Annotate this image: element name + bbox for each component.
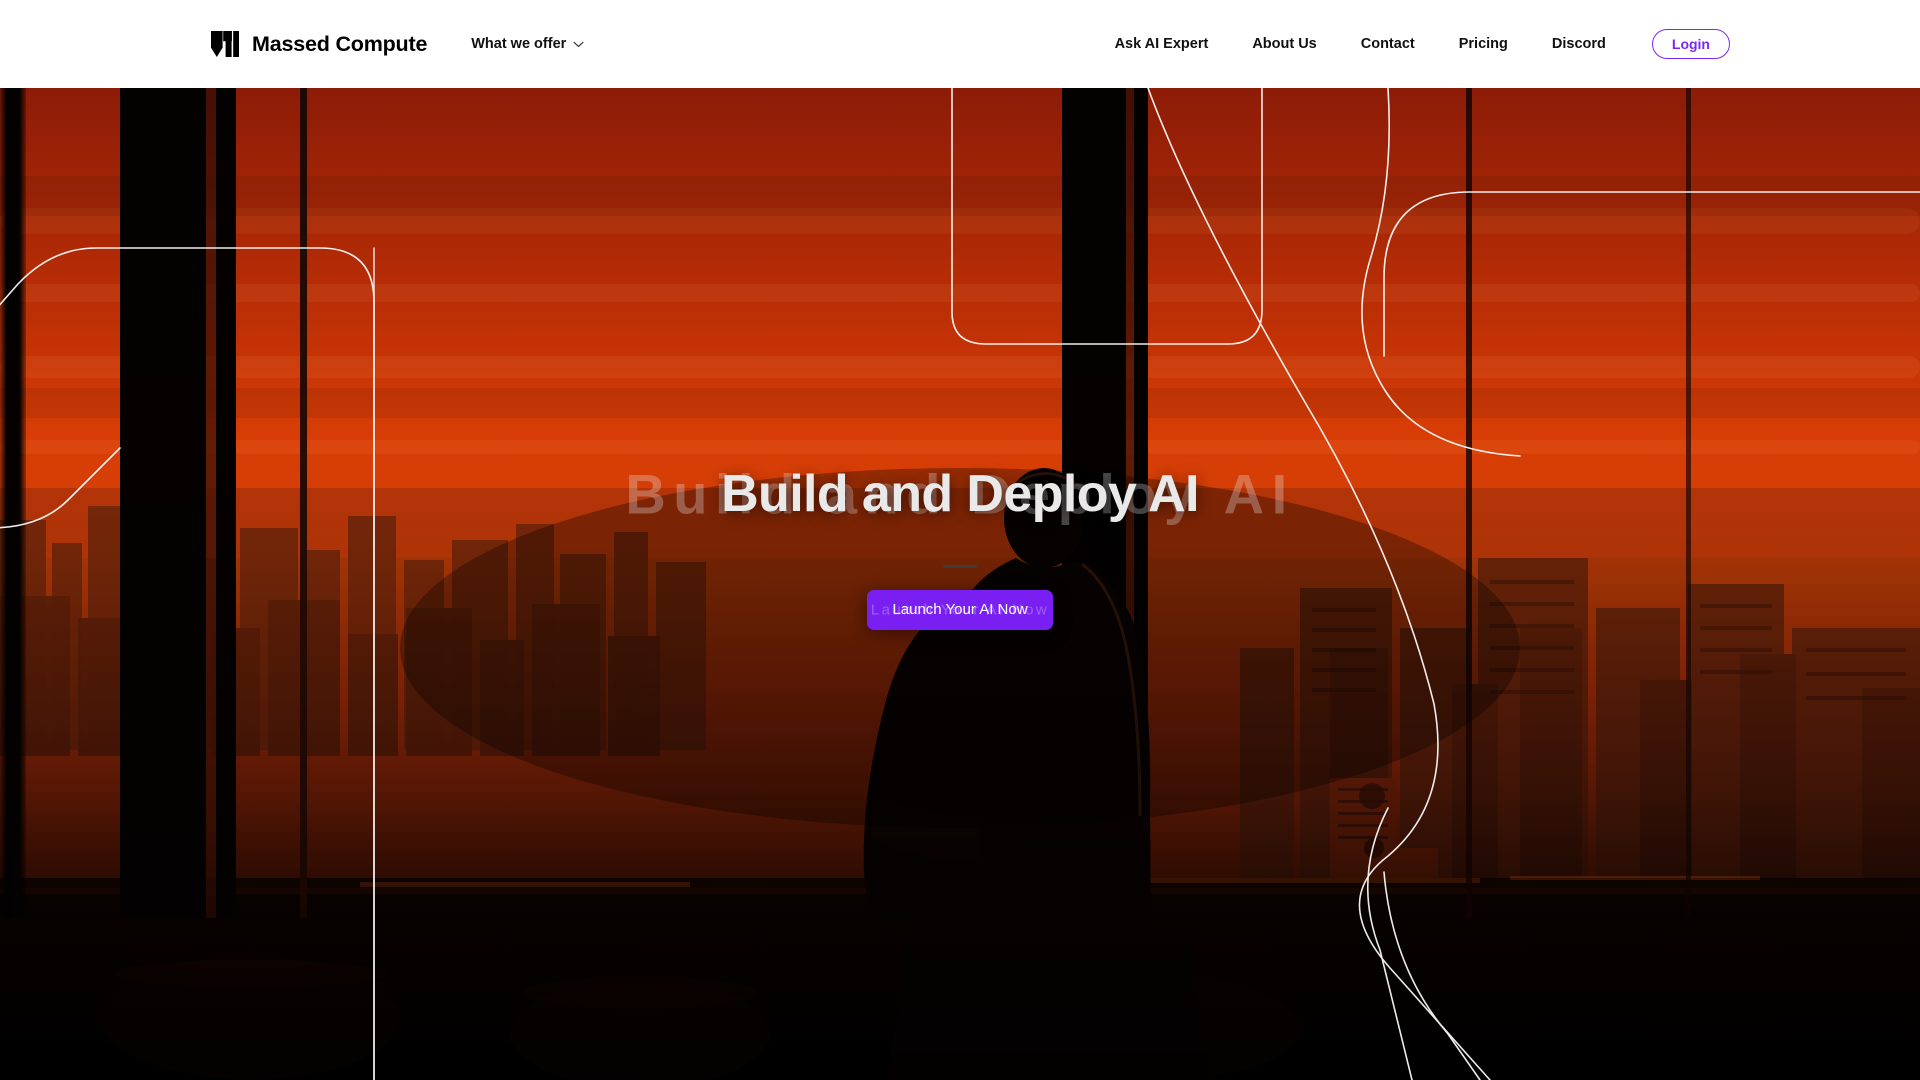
primary-nav-left: What we offer xyxy=(471,36,584,52)
hero-section: Build and Deploy AI Build and Deploy AI … xyxy=(0,88,1920,1080)
primary-nav-right: Ask AI Expert About Us Contact Pricing D… xyxy=(1093,29,1730,59)
nav-what-we-offer[interactable]: What we offer xyxy=(471,36,584,52)
login-button[interactable]: Login xyxy=(1651,29,1730,59)
nav-link-about-us[interactable]: About Us xyxy=(1230,36,1338,52)
brand-name: Massed Compute xyxy=(252,31,428,56)
brand-logo[interactable]: Massed Compute xyxy=(211,31,427,57)
site-header: Massed Compute What we offer Ask AI Expe… xyxy=(0,0,1920,88)
nav-link-ask-ai-expert[interactable]: Ask AI Expert xyxy=(1093,36,1231,52)
nav-link-contact[interactable]: Contact xyxy=(1339,36,1437,52)
nav-link-discord[interactable]: Discord xyxy=(1530,36,1628,52)
launch-your-ai-now-button[interactable]: Launch Your AI Now xyxy=(867,589,1053,630)
massed-compute-m-logo-icon xyxy=(211,31,239,57)
hero-divider xyxy=(943,564,977,568)
chevron-down-icon xyxy=(573,36,584,52)
nav-link-pricing[interactable]: Pricing xyxy=(1437,36,1530,52)
hero-cta-wrap: Launch Your AI Now Launch Your AI Now xyxy=(867,589,1053,630)
hero-content: Build and Deploy AI Build and Deploy AI … xyxy=(0,88,1920,1080)
nav-what-we-offer-label: What we offer xyxy=(471,36,567,52)
hero-headline-wrap: Build and Deploy AI Build and Deploy AI xyxy=(510,451,1410,537)
hero-headline: Build and Deploy AI xyxy=(721,464,1199,523)
